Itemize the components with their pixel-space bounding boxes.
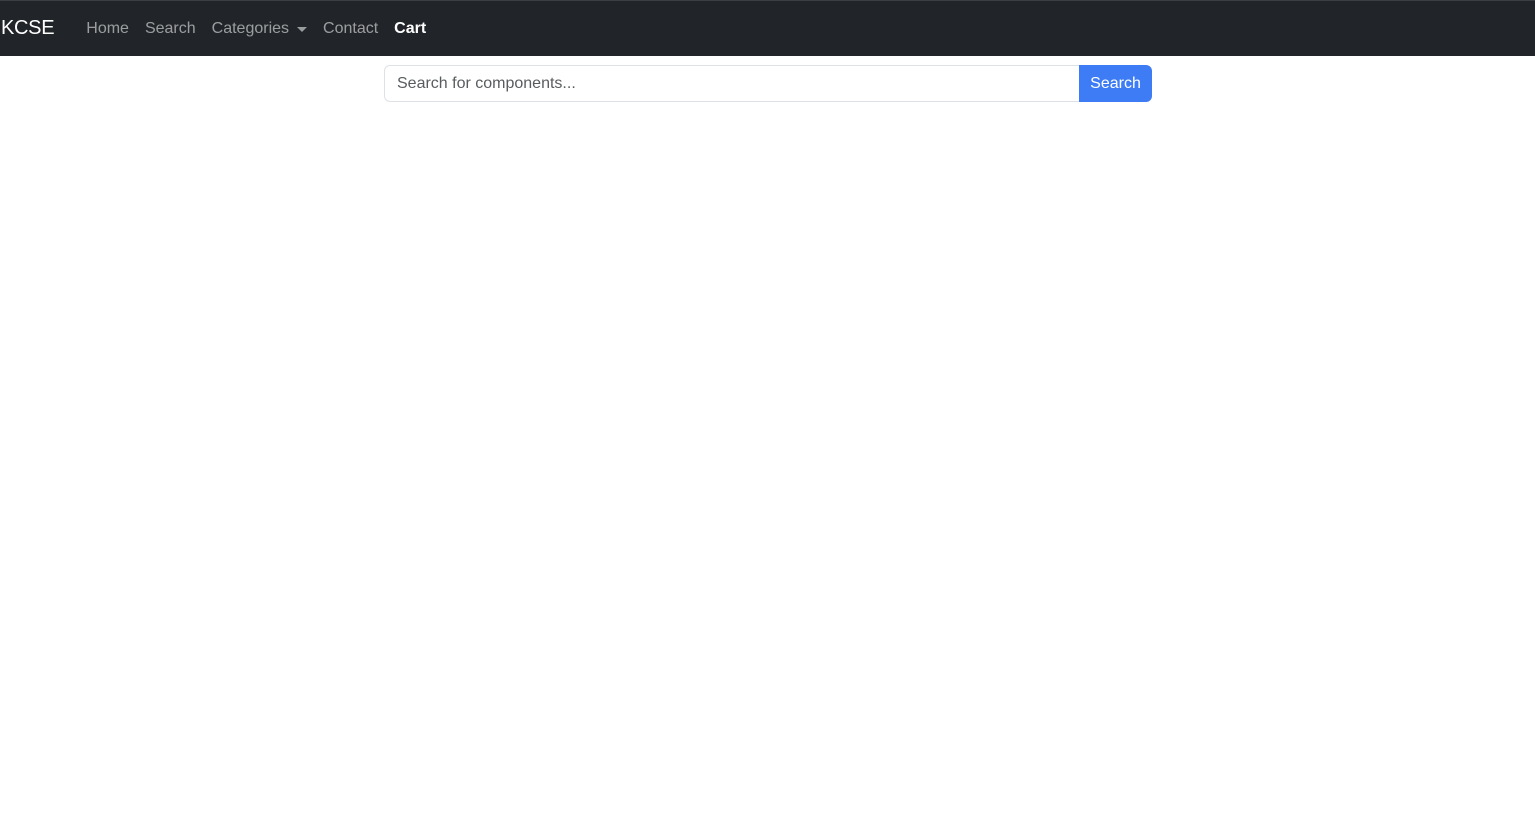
search-input[interactable] [384,65,1079,102]
nav-menu: Home Search Categories Contact Cart [78,12,434,46]
top-navbar: KCSE Home Search Categories Contact Cart [0,0,1535,56]
nav-item-cart[interactable]: Cart [386,12,434,46]
nav-item-contact[interactable]: Contact [315,12,386,46]
search-button[interactable]: Search [1079,65,1152,102]
nav-item-search[interactable]: Search [137,12,204,46]
nav-item-categories-dropdown[interactable]: Categories [204,12,315,46]
nav-item-home[interactable]: Home [78,12,137,46]
brand-logo[interactable]: KCSE [1,17,55,40]
search-bar: Search [384,65,1152,102]
caret-down-icon [297,26,308,32]
nav-item-categories-label: Categories [211,19,290,37]
